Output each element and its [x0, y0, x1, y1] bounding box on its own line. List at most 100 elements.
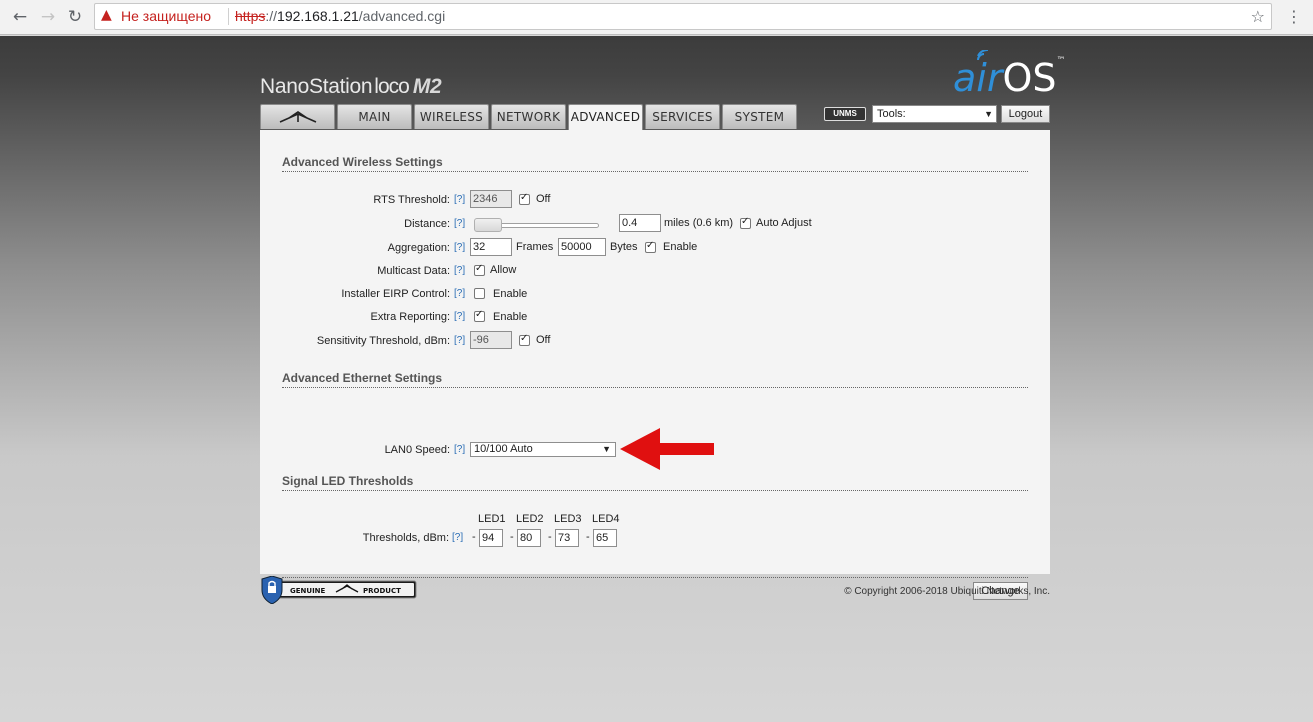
- tools-select[interactable]: Tools: ▼: [872, 105, 997, 123]
- unms-button[interactable]: UNMS: [824, 107, 866, 121]
- url-path: /advanced.cgi: [358, 8, 446, 24]
- distance-help-link[interactable]: [?]: [454, 218, 465, 229]
- browser-toolbar: ← → ↻ ▲ Не защищено https://192.168.1.21…: [0, 0, 1313, 35]
- tab-advanced[interactable]: ADVANCED: [568, 104, 643, 130]
- rts-threshold-input[interactable]: 2346: [470, 190, 512, 208]
- forward-arrow-icon[interactable]: →: [36, 5, 60, 29]
- address-bar[interactable]: ▲ Не защищено https://192.168.1.21/advan…: [94, 3, 1272, 30]
- sensitivity-help-link[interactable]: [?]: [454, 335, 465, 346]
- back-arrow-icon[interactable]: ←: [8, 5, 32, 29]
- auto-adjust-checkbox[interactable]: [740, 216, 751, 229]
- reload-icon[interactable]: ↻: [63, 5, 87, 29]
- logout-button[interactable]: Logout: [1001, 105, 1050, 123]
- tab-services[interactable]: SERVICES: [645, 104, 720, 129]
- tab-system[interactable]: SYSTEM: [722, 104, 797, 129]
- airos-logo: airOS™: [953, 56, 1066, 100]
- copyright-text: © Copyright 2006-2018 Ubiquiti Networks,…: [844, 586, 1050, 597]
- led-dash: -: [472, 531, 476, 543]
- address-separator: [228, 8, 229, 25]
- ethernet-section-title: Advanced Ethernet Settings: [282, 371, 1028, 388]
- eirp-enable-checkbox[interactable]: [474, 288, 485, 299]
- led3-threshold-input[interactable]: 73: [555, 529, 579, 547]
- distance-label: Distance:: [404, 218, 450, 230]
- led4-header: LED4: [592, 513, 620, 525]
- warning-icon[interactable]: ▲: [101, 8, 116, 23]
- sensitivity-off-checkbox[interactable]: [519, 333, 530, 346]
- led-dash: -: [586, 531, 590, 543]
- aggregation-label: Aggregation:: [387, 242, 450, 254]
- sensitivity-threshold-input[interactable]: -96: [470, 331, 512, 349]
- led4-threshold-input[interactable]: 65: [593, 529, 617, 547]
- tools-label: Tools:: [877, 108, 906, 120]
- aggregation-frames-input[interactable]: 32: [470, 238, 512, 256]
- multicast-help-link[interactable]: [?]: [454, 265, 465, 276]
- eirp-label: Installer EIRP Control:: [341, 288, 450, 300]
- lan0-help-link[interactable]: [?]: [454, 444, 465, 455]
- settings-panel: Advanced Wireless Settings RTS Threshold…: [260, 130, 1050, 600]
- frames-label: Frames: [516, 241, 554, 253]
- thresholds-label: Thresholds, dBm:: [362, 532, 449, 544]
- aggregation-help-link[interactable]: [?]: [454, 242, 465, 253]
- product-text: PRODUCT: [363, 587, 401, 595]
- bookmark-star-icon[interactable]: ☆: [1251, 7, 1265, 26]
- brand-prefix: NanoStation: [260, 75, 373, 98]
- led-dash: -: [548, 531, 552, 543]
- distance-slider-handle[interactable]: [474, 218, 502, 232]
- lan0-speed-select[interactable]: 10/100 Auto ▼: [470, 442, 616, 457]
- led3-header: LED3: [554, 513, 582, 525]
- tab-ubnt-logo[interactable]: [260, 104, 335, 129]
- tab-network[interactable]: NETWORK: [491, 104, 566, 129]
- rts-off-checkbox[interactable]: [519, 192, 530, 205]
- extra-reporting-checkbox[interactable]: [474, 309, 485, 322]
- security-label[interactable]: Не защищено: [121, 8, 211, 24]
- brand-model: M2: [412, 75, 442, 98]
- extra-reporting-label: Extra Reporting:: [370, 311, 450, 323]
- logo-os: OS: [1002, 56, 1057, 100]
- genuine-text: GENUINE: [290, 587, 326, 595]
- device-model-title: NanoStationloco M2: [260, 75, 442, 99]
- tab-main[interactable]: MAIN: [337, 104, 412, 129]
- url-text[interactable]: https://192.168.1.21/advanced.cgi: [235, 8, 445, 24]
- brand-loco: loco: [374, 75, 410, 98]
- sensitivity-off-label: Off: [536, 334, 551, 346]
- extra-reporting-enable-label: Enable: [493, 311, 528, 323]
- multicast-label: Multicast Data:: [377, 265, 450, 277]
- logo-trademark: ™: [1056, 56, 1066, 66]
- url-protocol: https: [235, 8, 266, 24]
- extra-reporting-help-link[interactable]: [?]: [454, 311, 465, 322]
- airos-page: NanoStationloco M2 airOS™ MAIN WIRELESS N…: [0, 36, 1313, 722]
- url-host: 192.168.1.21: [277, 8, 359, 24]
- url-separator: ://: [265, 8, 278, 24]
- unms-label: UNMS: [833, 109, 857, 118]
- sensitivity-label: Sensitivity Threshold, dBm:: [316, 335, 450, 347]
- multicast-allow-checkbox[interactable]: [474, 263, 485, 276]
- led2-threshold-input[interactable]: 80: [517, 529, 541, 547]
- tab-wireless[interactable]: WIRELESS: [414, 104, 489, 129]
- bytes-label: Bytes: [610, 241, 638, 253]
- lan0-speed-value: 10/100 Auto: [474, 443, 533, 455]
- chevron-down-icon: ▼: [984, 109, 993, 119]
- rts-label: RTS Threshold:: [373, 194, 450, 206]
- distance-units: miles (0.6 km): [664, 217, 734, 229]
- aggregation-enable-label: Enable: [663, 241, 698, 253]
- browser-menu-icon[interactable]: ⋮: [1284, 5, 1304, 29]
- logo-air: air: [953, 56, 1003, 100]
- thresholds-help-link[interactable]: [?]: [452, 532, 463, 543]
- eirp-help-link[interactable]: [?]: [454, 288, 465, 299]
- eirp-enable-label: Enable: [493, 288, 528, 300]
- red-arrow-annotation-icon: [620, 428, 714, 470]
- rts-help-link[interactable]: [?]: [454, 194, 465, 205]
- led1-header: LED1: [478, 513, 506, 525]
- chevron-down-icon: ▼: [602, 444, 611, 454]
- rts-off-label: Off: [536, 193, 551, 205]
- ubnt-logo-icon: [279, 111, 317, 123]
- wireless-section-title: Advanced Wireless Settings: [282, 155, 1028, 172]
- led-dash: -: [510, 531, 514, 543]
- led1-threshold-input[interactable]: 94: [479, 529, 503, 547]
- led-section-title: Signal LED Thresholds: [282, 474, 1028, 491]
- distance-input[interactable]: 0.4: [619, 214, 661, 232]
- aggregation-bytes-input[interactable]: 50000: [558, 238, 606, 256]
- multicast-allow-label: Allow: [490, 264, 517, 276]
- auto-adjust-label: Auto Adjust: [756, 217, 812, 229]
- aggregation-enable-checkbox[interactable]: [645, 240, 656, 253]
